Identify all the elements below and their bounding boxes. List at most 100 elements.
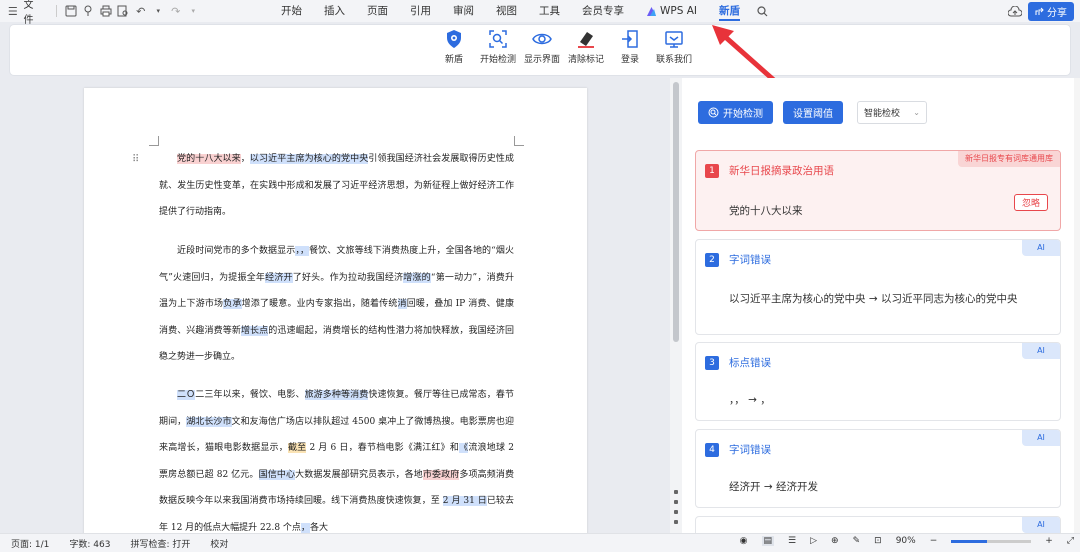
scrollbar-thumb[interactable] <box>673 82 679 342</box>
document-area[interactable]: ⠿ 党的十八大以来，以习近平主席为核心的党中央引领我国经济社会发展取得历史性成就… <box>0 78 682 533</box>
issue-card[interactable]: 新华日报专有词库通用库 1 新华日报摘录政治用语 党的十八大以来 忽略 <box>695 150 1061 231</box>
issue-detail: 以习近平主席为核心的党中央 → 以习近平同志为核心的党中央 <box>729 293 1018 305</box>
tab-wps-ai[interactable]: WPS AI <box>646 0 697 22</box>
check-mode-select[interactable]: 智能检校 ⌄ <box>857 101 927 124</box>
login-icon <box>622 30 638 48</box>
document-scrollbar[interactable] <box>670 78 682 533</box>
issue-highlight[interactable]: 截至 <box>287 443 307 453</box>
tab-view[interactable]: 视图 <box>496 0 517 22</box>
issue-highlight[interactable]: 负承 <box>223 299 242 309</box>
format-painter-icon[interactable] <box>81 4 95 18</box>
ignore-button[interactable]: 忽略 <box>1013 194 1048 211</box>
issue-number: 3 <box>705 356 719 370</box>
save-icon[interactable] <box>64 4 78 18</box>
issue-highlight[interactable]: 市委政府 <box>422 469 460 480</box>
start-check-panel-button[interactable]: 开始检测 <box>698 101 773 124</box>
proofread-panel: 开始检测 设置阈值 智能检校 ⌄ 新华日报专有词库通用库 1 新华日报摘录政治用… <box>682 78 1080 533</box>
page-indicator[interactable]: 页面: 1/1 <box>11 537 49 550</box>
issue-highlight[interactable]: 增长点 <box>240 325 269 336</box>
issue-highlight[interactable]: 增涨的 <box>403 272 431 283</box>
page-nav-dot[interactable] <box>674 520 678 524</box>
login-button[interactable]: 登录 <box>611 29 649 65</box>
contact-icon <box>665 31 683 48</box>
issue-detail: ，， → ， <box>729 394 771 406</box>
web-view-icon[interactable]: ⊕ <box>831 536 839 546</box>
issue-highlight[interactable]: ， <box>300 522 310 533</box>
play-icon[interactable]: ▷ <box>810 536 817 546</box>
xindun-button[interactable]: 新盾 <box>435 29 473 65</box>
redo-dropdown-icon[interactable]: ▾ <box>187 4 201 18</box>
status-bar: 页面: 1/1 字数: 463 拼写检查: 打开 校对 ◉ ▤ ☰ ▷ ⊕ ✎ … <box>0 533 1080 552</box>
xindun-label: 新盾 <box>444 55 463 65</box>
undo-icon[interactable]: ↶ <box>134 4 148 18</box>
page-nav-dot[interactable] <box>674 490 678 494</box>
issue-highlight[interactable]: 以习近平主席为核心的党中央 <box>249 154 369 164</box>
text-run: 二三年以来，餐饮、电影、 <box>195 390 305 400</box>
issue-highlight[interactable]: 旅游多种等消费 <box>304 390 369 400</box>
tab-review[interactable]: 审阅 <box>453 0 474 22</box>
issue-card[interactable]: AI 4 字词错误 经济开 → 经济开发 <box>695 429 1061 508</box>
proofread-toggle[interactable]: 校对 <box>210 537 228 550</box>
zoom-in-icon[interactable]: + <box>1045 536 1053 546</box>
undo-dropdown-icon[interactable]: ▾ <box>151 4 165 18</box>
start-check-label: 开始检测 <box>479 55 516 65</box>
page-nav-dot[interactable] <box>674 510 678 514</box>
share-button[interactable]: 分享 <box>1028 2 1074 21</box>
tab-page[interactable]: 页面 <box>367 0 388 22</box>
fit-page-icon[interactable]: ⊡ <box>874 536 882 546</box>
eye-protection-icon[interactable]: ◉ <box>740 536 748 546</box>
page-view-icon[interactable]: ▤ <box>761 536 775 546</box>
zoom-out-icon[interactable]: − <box>930 536 938 546</box>
zoom-level[interactable]: 90% <box>896 536 916 546</box>
tab-home[interactable]: 开始 <box>281 0 302 22</box>
tab-member[interactable]: 会员专享 <box>582 0 624 22</box>
print-icon[interactable] <box>99 4 113 18</box>
divider <box>55 5 57 17</box>
issue-card[interactable]: AI 3 标点错误 ，， → ， <box>695 342 1061 421</box>
spell-check-toggle[interactable]: 拼写检查: 打开 <box>130 537 190 550</box>
drag-handle-icon[interactable]: ⠿ <box>132 154 139 165</box>
document-page[interactable]: ⠿ 党的十八大以来，以习近平主席为核心的党中央引领我国经济社会发展取得历史性成就… <box>84 88 587 533</box>
page-nav-dot[interactable] <box>674 500 678 504</box>
zoom-slider[interactable] <box>951 539 1032 543</box>
login-label: 登录 <box>620 55 639 65</box>
issue-highlight[interactable]: 国信中心 <box>258 469 296 480</box>
set-threshold-label: 设置阈值 <box>793 109 833 120</box>
text-run: 2 月 6 日，春节档电影《满江红》和 <box>306 443 460 453</box>
tab-insert[interactable]: 插入 <box>324 0 345 22</box>
issue-highlight[interactable]: 湖北长沙市 <box>186 416 232 427</box>
tab-tools[interactable]: 工具 <box>539 0 560 22</box>
start-check-button[interactable]: 开始检测 <box>479 29 517 65</box>
tab-references[interactable]: 引用 <box>410 0 431 22</box>
print-preview-icon[interactable] <box>116 4 130 18</box>
fullscreen-icon[interactable]: ⤢ <box>1067 536 1074 546</box>
write-mode-icon[interactable]: ✎ <box>853 536 861 546</box>
hamburger-menu-icon[interactable]: ☰ <box>6 4 20 18</box>
file-menu[interactable]: 文件 <box>24 0 43 26</box>
issue-highlight[interactable]: 2 月 31 日 <box>442 496 487 506</box>
text-run: ， <box>240 154 250 164</box>
contact-us-label: 联系我们 <box>655 55 692 65</box>
issue-card[interactable]: AI <box>695 516 1061 533</box>
issue-highlight[interactable]: 《 <box>459 443 469 453</box>
outline-view-icon[interactable]: ☰ <box>788 536 796 546</box>
set-threshold-button[interactable]: 设置阈值 <box>783 101 843 124</box>
tab-xindun[interactable]: 新盾 <box>719 0 740 22</box>
redo-icon[interactable]: ↷ <box>169 4 183 18</box>
cloud-sync-icon[interactable] <box>1008 5 1022 19</box>
issue-highlight[interactable]: 消 <box>397 299 407 309</box>
search-icon[interactable] <box>755 4 769 18</box>
issue-highlight[interactable]: 经济开 <box>265 272 293 283</box>
clear-marks-button[interactable]: 清除标记 <box>567 29 605 65</box>
panel-scrollbar[interactable] <box>1074 78 1080 533</box>
crop-mark <box>149 136 159 146</box>
issue-highlight[interactable]: ，， <box>295 246 310 256</box>
issue-highlight[interactable]: 二Ｏ <box>177 390 196 400</box>
word-count[interactable]: 字数: 463 <box>69 537 110 550</box>
issue-card[interactable]: AI 2 字词错误 以习近平主席为核心的党中央 → 以习近平同志为核心的党中央 <box>695 239 1061 335</box>
ribbon-toolbar: 新盾 开始检测 显示界面 清除标记 登录 联系我们 <box>9 24 1071 76</box>
show-panel-button[interactable]: 显示界面 <box>523 29 561 65</box>
contact-us-button[interactable]: 联系我们 <box>655 29 693 65</box>
ai-tag: AI <box>1022 240 1060 256</box>
issue-highlight[interactable]: 党的十八大以来 <box>177 154 241 164</box>
